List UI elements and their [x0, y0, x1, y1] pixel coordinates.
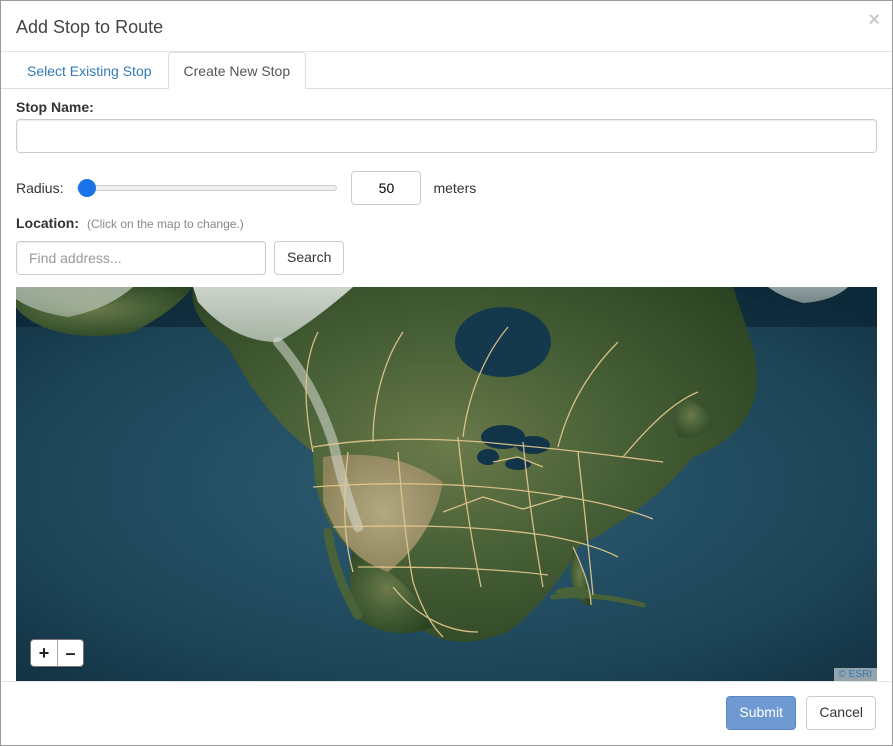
- add-stop-dialog: × Add Stop to Route Select Existing Stop…: [0, 0, 893, 746]
- search-button[interactable]: Search: [274, 241, 344, 275]
- zoom-in-button[interactable]: +: [31, 640, 57, 666]
- search-row: Search: [16, 241, 877, 275]
- stop-name-label: Stop Name:: [16, 99, 877, 115]
- tab-select-existing[interactable]: Select Existing Stop: [11, 52, 168, 89]
- location-hint: (Click on the map to change.): [87, 217, 244, 231]
- radius-value-input[interactable]: [351, 171, 421, 205]
- location-label: Location:: [16, 215, 79, 231]
- dialog-title: Add Stop to Route: [16, 16, 877, 39]
- map-attribution: © ESRI: [834, 668, 878, 681]
- address-search-input[interactable]: [16, 241, 266, 275]
- cancel-button[interactable]: Cancel: [806, 696, 876, 730]
- map-viewport[interactable]: + – © ESRI: [16, 287, 877, 681]
- zoom-out-button[interactable]: –: [57, 640, 83, 666]
- submit-button[interactable]: Submit: [726, 696, 796, 730]
- dialog-header: × Add Stop to Route: [1, 1, 892, 52]
- location-row: Location: (Click on the map to change.): [16, 215, 877, 235]
- radius-slider[interactable]: [77, 185, 337, 191]
- stop-name-input[interactable]: [16, 119, 877, 153]
- satellite-map[interactable]: [16, 287, 877, 681]
- zoom-controls: + –: [30, 639, 84, 667]
- radius-label: Radius:: [16, 180, 63, 196]
- dialog-footer: Submit Cancel: [2, 681, 891, 744]
- dialog-body: Stop Name: Radius: meters Location: (Cli…: [1, 89, 892, 681]
- tab-bar: Select Existing Stop Create New Stop: [1, 51, 892, 89]
- close-icon[interactable]: ×: [868, 9, 880, 32]
- radius-units-label: meters: [433, 180, 476, 196]
- radius-row: Radius: meters: [16, 171, 877, 205]
- tab-create-new[interactable]: Create New Stop: [168, 52, 307, 89]
